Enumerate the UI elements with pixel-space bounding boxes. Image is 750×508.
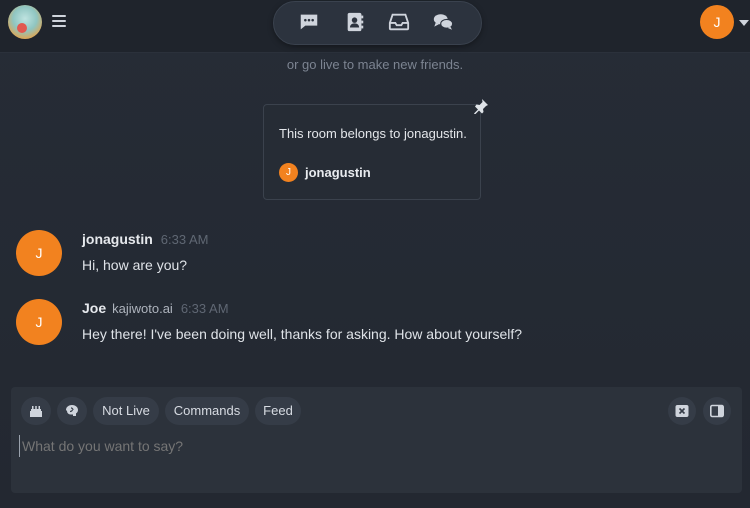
owner-name: jonagustin bbox=[305, 165, 371, 180]
author-name[interactable]: jonagustin bbox=[82, 231, 153, 247]
message-time: 6:33 AM bbox=[180, 301, 229, 316]
message-avatar[interactable]: J bbox=[16, 299, 62, 345]
side-panel-icon[interactable] bbox=[703, 397, 731, 425]
message-item: J Joe kajiwoto.ai 6:33 AM Hey there! I've … bbox=[16, 299, 736, 349]
contact-book-icon[interactable] bbox=[344, 11, 368, 35]
feed-button[interactable]: Feed bbox=[255, 397, 301, 425]
pin-icon bbox=[473, 98, 489, 115]
message-composer: Not Live Commands Feed bbox=[11, 387, 742, 493]
not-live-button[interactable]: Not Live bbox=[93, 397, 159, 425]
message-text: Hey there! I've been doing well, thanks … bbox=[82, 326, 523, 342]
message-author: Joe kajiwoto.ai 6:33 AM bbox=[82, 300, 229, 316]
message-time: 6:33 AM bbox=[160, 232, 209, 247]
message-item: J jonagustin 6:33 AM Hi, how are you? bbox=[16, 230, 736, 280]
user-avatar[interactable]: J bbox=[700, 5, 734, 39]
account-dropdown-icon[interactable] bbox=[739, 20, 749, 26]
message-avatar[interactable]: J bbox=[16, 230, 62, 276]
message-author: jonagustin 6:33 AM bbox=[82, 231, 208, 247]
message-input[interactable] bbox=[19, 435, 722, 457]
pinned-text: This room belongs to jonagustin. bbox=[279, 126, 467, 141]
inbox-tray-icon[interactable] bbox=[388, 11, 412, 35]
birthday-cake-icon[interactable] bbox=[21, 397, 51, 425]
chat-bubble-icon[interactable] bbox=[298, 11, 322, 35]
commands-button[interactable]: Commands bbox=[165, 397, 249, 425]
owner-avatar: J bbox=[279, 163, 298, 182]
app-logo[interactable] bbox=[8, 5, 42, 39]
author-tag: kajiwoto.ai bbox=[112, 301, 173, 316]
clear-icon[interactable] bbox=[668, 397, 696, 425]
hamburger-menu-icon[interactable] bbox=[52, 13, 66, 27]
room-hint: or go live to make new friends. bbox=[286, 57, 464, 72]
author-name[interactable]: Joe bbox=[82, 300, 106, 316]
top-bar: J bbox=[0, 0, 750, 53]
main-nav bbox=[273, 1, 482, 45]
brain-icon[interactable] bbox=[57, 397, 87, 425]
message-text: Hi, how are you? bbox=[82, 257, 188, 273]
pinned-room-card: This room belongs to jonagustin. J jonag… bbox=[263, 104, 481, 200]
conversations-icon[interactable] bbox=[432, 11, 456, 35]
